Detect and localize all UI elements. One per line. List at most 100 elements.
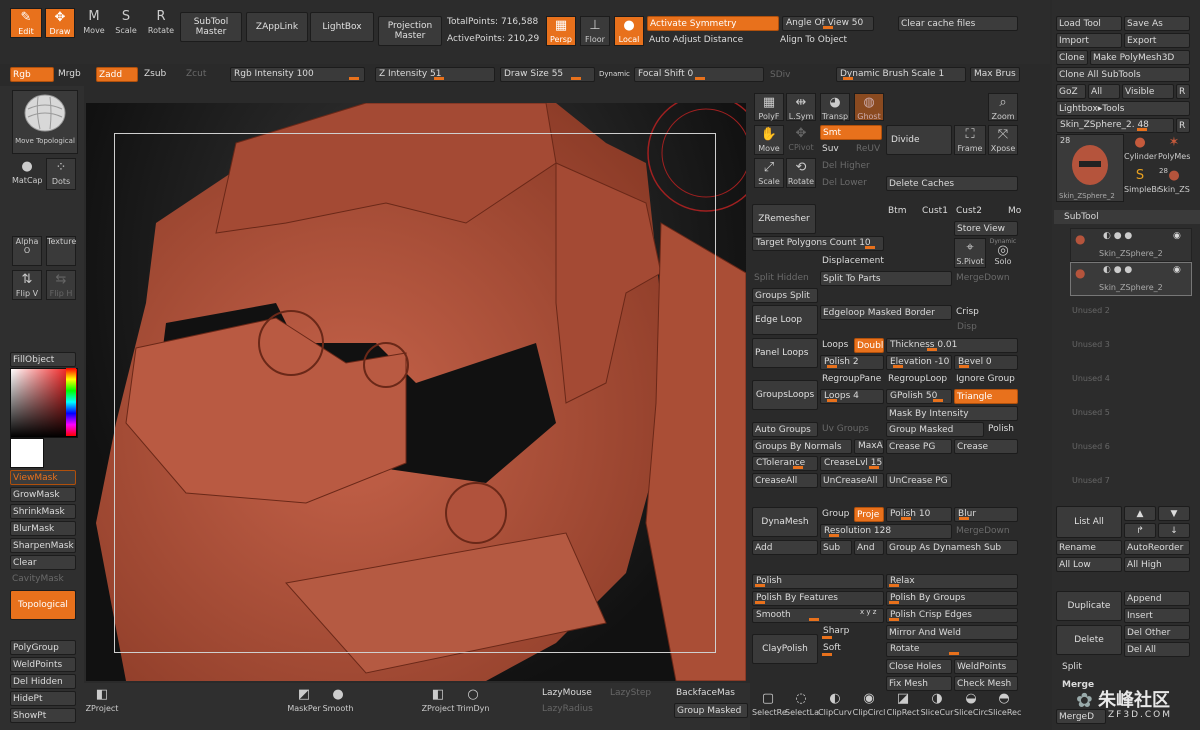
tool-r-button[interactable]: R xyxy=(1176,118,1190,133)
brush-selector[interactable]: Move Topological xyxy=(12,90,78,154)
load-tool-button[interactable]: Load Tool xyxy=(1056,16,1122,31)
clipcircle-button[interactable]: ◉ ClipCircl xyxy=(852,690,886,728)
selectrect-button[interactable]: ▢ SelectRe xyxy=(752,690,787,728)
ghost-button[interactable]: ◍ Ghost xyxy=(854,93,884,121)
store-view-button[interactable]: Store View xyxy=(954,221,1018,236)
polyf-button[interactable]: ▦ PolyF xyxy=(754,93,784,121)
auto-groups-button[interactable]: Auto Groups xyxy=(752,422,818,437)
topological-button[interactable]: Topological xyxy=(10,590,76,620)
add-button[interactable]: Add xyxy=(752,540,818,555)
merge-down-dynamesh-button[interactable]: MergeDown xyxy=(954,524,1018,539)
lightbox-tools-button[interactable]: Lightbox▸Tools xyxy=(1056,101,1190,116)
bevel-slider[interactable]: Bevel 0 xyxy=(954,355,1018,370)
polish-by-groups-slider[interactable]: Polish By Groups xyxy=(886,591,1018,606)
z-intensity-slider[interactable]: Z Intensity 51 xyxy=(375,67,495,82)
subtool-slot-4[interactable]: Unused 4 xyxy=(1072,374,1110,383)
import-button[interactable]: Import xyxy=(1056,33,1122,48)
crease-button[interactable]: Crease xyxy=(954,439,1018,454)
zsub-button[interactable]: Zsub xyxy=(142,67,180,82)
regroup-loop-button[interactable]: RegroupLoop xyxy=(886,372,952,387)
sdiv-slider[interactable]: SDiv xyxy=(770,70,790,80)
move-up-arrow-icon[interactable]: ▲ xyxy=(1124,506,1156,521)
split-hidden-button[interactable]: Split Hidden xyxy=(752,271,818,286)
fill-object-button[interactable]: FillObject xyxy=(10,352,76,367)
cylinder-tool[interactable]: ● Cylinder xyxy=(1124,134,1157,166)
matcap-button[interactable]: ● MatCap xyxy=(12,158,43,190)
cust1-button[interactable]: Cust1 xyxy=(920,204,954,219)
mrgb-button[interactable]: Mrgb xyxy=(56,67,94,82)
subtool-slot-7[interactable]: Unused 7 xyxy=(1072,476,1110,485)
lsym-button[interactable]: ⇹ L.Sym xyxy=(786,93,816,121)
fix-mesh-button[interactable]: Fix Mesh xyxy=(886,676,952,691)
edge-loop-button[interactable]: Edge Loop xyxy=(752,305,818,335)
blurmask-button[interactable]: BlurMask xyxy=(10,521,76,536)
solo-button[interactable]: Dynamic ◎ Solo xyxy=(988,238,1018,268)
uncrease-pg-button[interactable]: UnCrease PG xyxy=(886,473,952,488)
polish-10-slider[interactable]: Polish 10 xyxy=(886,507,952,522)
uv-groups-button[interactable]: Uv Groups xyxy=(820,422,884,437)
gpolish-slider[interactable]: GPolish 50 xyxy=(886,389,952,404)
sub-button[interactable]: Sub xyxy=(820,540,852,555)
maskper-button[interactable]: ◩ MaskPer xyxy=(286,686,322,722)
polish-toggle-small[interactable]: Polish xyxy=(986,422,1018,437)
edgeloop-masked-border-button[interactable]: Edgeloop Masked Border xyxy=(820,305,952,320)
subtool-item-2-selected[interactable]: ● ◐ ● ● ◉ Skin_ZSphere_2 xyxy=(1070,262,1192,296)
zapplink-button[interactable]: ZAppLink xyxy=(246,12,308,42)
rotate-button[interactable]: R Rotate xyxy=(146,8,176,38)
uncreaseall-button[interactable]: UnCreaseAll xyxy=(820,473,884,488)
flip-h-button[interactable]: ⇆ Flip H xyxy=(46,270,76,300)
simplebrush-tool[interactable]: S SimpleBr xyxy=(1124,167,1160,199)
split-section[interactable]: Split xyxy=(1062,662,1082,672)
delete-caches-button[interactable]: Delete Caches xyxy=(886,176,1018,191)
zcut-button[interactable]: Zcut xyxy=(184,67,222,82)
max-brush-slider[interactable]: Max Brus xyxy=(970,67,1020,82)
and-button[interactable]: And xyxy=(854,540,884,555)
cpivot-button[interactable]: ✥ CPivot xyxy=(786,125,816,155)
eye-icon-2[interactable]: ◉ xyxy=(1173,265,1181,275)
resolution-slider[interactable]: Resolution 128 xyxy=(820,524,952,539)
group-masked-bottom-button[interactable]: Group Masked xyxy=(674,703,748,718)
sharp-slider[interactable]: Sharp xyxy=(820,625,884,640)
focal-shift-slider[interactable]: Focal Shift 0 xyxy=(634,67,764,82)
activate-symmetry-button[interactable]: Activate Symmetry xyxy=(647,16,779,31)
group-masked-button[interactable]: Group Masked xyxy=(886,422,984,437)
spivot-button[interactable]: ⌖ S.Pivot xyxy=(954,238,986,268)
subtool-slot-6[interactable]: Unused 6 xyxy=(1072,442,1110,451)
lightbox-button[interactable]: LightBox xyxy=(310,12,374,42)
polygroup-button[interactable]: PolyGroup xyxy=(10,640,76,655)
arrow-down-icon[interactable]: ↓ xyxy=(1158,523,1190,538)
scale-view-button[interactable]: ⤢ Scale xyxy=(754,158,784,188)
alpha-button[interactable]: Alpha O xyxy=(12,236,42,266)
texture-button[interactable]: Texture xyxy=(46,236,76,266)
clone-all-subtools-button[interactable]: Clone All SubTools xyxy=(1056,67,1190,82)
clone-button[interactable]: Clone xyxy=(1056,50,1088,65)
scale-button[interactable]: S Scale xyxy=(112,8,140,38)
project-toggle[interactable]: Proje xyxy=(854,507,884,522)
draw-size-slider[interactable]: Draw Size 55 xyxy=(500,67,595,82)
group-toggle[interactable]: Group xyxy=(820,507,854,522)
polish-by-features-slider[interactable]: Polish By Features xyxy=(752,591,884,606)
elevation-slider[interactable]: Elevation -10 xyxy=(886,355,952,370)
groupsloops-button[interactable]: GroupsLoops xyxy=(752,380,818,410)
rotate-slider[interactable]: Rotate xyxy=(886,642,1018,657)
list-all-button[interactable]: List All xyxy=(1056,506,1122,538)
insert-button[interactable]: Insert xyxy=(1124,608,1190,623)
all-high-button[interactable]: All High xyxy=(1124,557,1190,572)
canvas-viewport[interactable] xyxy=(86,103,746,681)
del-other-button[interactable]: Del Other xyxy=(1124,625,1190,640)
btm-button[interactable]: Btm xyxy=(886,204,918,219)
lazymouse-button[interactable]: LazyMouse xyxy=(542,688,592,698)
floor-button[interactable]: ⊥ Floor xyxy=(580,16,610,46)
persp-button[interactable]: ▦ Persp xyxy=(546,16,576,46)
dynamic-brush-scale-slider[interactable]: Dynamic Brush Scale 1 xyxy=(836,67,966,82)
subtool-header[interactable]: SubTool xyxy=(1054,210,1200,224)
hue-strip[interactable] xyxy=(66,368,76,436)
del-all-button[interactable]: Del All xyxy=(1124,642,1190,657)
arrow-right-icon[interactable]: ↱ xyxy=(1124,523,1156,538)
delete-button[interactable]: Delete xyxy=(1056,625,1122,655)
flip-v-button[interactable]: ⇅ Flip V xyxy=(12,270,42,300)
split-to-parts-button[interactable]: Split To Parts xyxy=(820,271,952,286)
slicerect-button[interactable]: ◓ SliceRec xyxy=(988,690,1021,728)
del-hidden-button[interactable]: Del Hidden xyxy=(10,674,76,689)
rename-button[interactable]: Rename xyxy=(1056,540,1122,555)
